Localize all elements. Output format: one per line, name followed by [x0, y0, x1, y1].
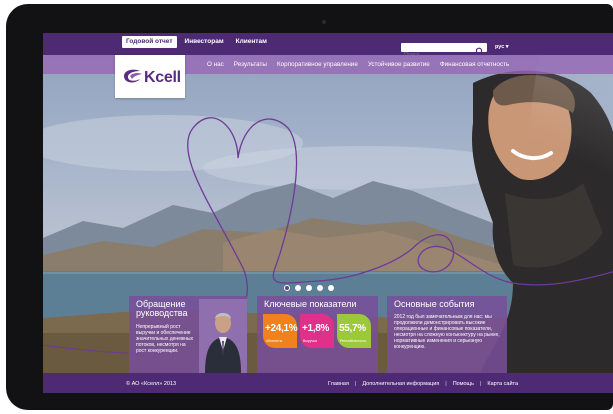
- footer-link-home[interactable]: Главная: [328, 381, 349, 387]
- tablet-device: Годовой отчет Инвесторам Клиентам рус ▾ …: [6, 4, 613, 410]
- footer-link-more-info[interactable]: Дополнительная информация: [362, 381, 439, 387]
- logo-text: Kcell: [144, 69, 181, 86]
- language-selector[interactable]: рус ▾: [495, 44, 509, 50]
- top-nav-investors[interactable]: Инвесторам: [181, 36, 228, 48]
- metric-margin[interactable]: 55,7% Рентабельность: [337, 314, 371, 348]
- metric-value: +24,1%: [265, 323, 298, 334]
- carousel-dot[interactable]: [284, 285, 290, 291]
- footer-links: Главная | Дополнительная информация | По…: [328, 381, 518, 387]
- events-title: Основные события: [394, 299, 475, 309]
- leadership-title: Обращение руководства: [136, 299, 188, 318]
- search-icon[interactable]: [475, 43, 485, 56]
- footer: © АО «Кселл» 2013 Главная | Дополнительн…: [43, 373, 613, 393]
- camera-dot: [322, 20, 326, 24]
- footer-link-sitemap[interactable]: Карта сайта: [487, 381, 518, 387]
- events-panel[interactable]: Основные события 2012 год был замечатель…: [387, 296, 507, 373]
- metric-label: Рентабельность: [340, 339, 367, 343]
- footer-separator: |: [479, 381, 482, 387]
- carousel-dots: [284, 285, 334, 291]
- carousel-dot[interactable]: [295, 285, 301, 291]
- metric-subscribers[interactable]: +24,1% Абоненты: [263, 314, 298, 348]
- screen: Годовой отчет Инвесторам Клиентам рус ▾ …: [43, 33, 613, 393]
- nav-financials[interactable]: Финансовая отчетность: [440, 61, 509, 68]
- key-indicators-title: Ключевые показатели: [264, 299, 357, 309]
- kcell-logo[interactable]: Kcell: [115, 55, 185, 98]
- search-box: [401, 43, 487, 60]
- key-indicators-panel[interactable]: Ключевые показатели +24,1% Абоненты +1,8…: [257, 296, 378, 373]
- metric-value: 55,7%: [339, 323, 366, 334]
- carousel-dot[interactable]: [328, 285, 334, 291]
- carousel-dot[interactable]: [306, 285, 312, 291]
- carousel-dot[interactable]: [317, 285, 323, 291]
- footer-separator: |: [354, 381, 357, 387]
- nav-about[interactable]: О нас: [207, 61, 224, 68]
- top-nav-clients[interactable]: Клиентам: [232, 36, 271, 48]
- executive-photo: [199, 299, 247, 373]
- nav-results[interactable]: Результаты: [234, 61, 267, 68]
- leadership-panel[interactable]: Обращение руководства Непрерывный рост в…: [129, 296, 247, 373]
- events-text: 2012 год был замечательным для нас: мы п…: [394, 314, 500, 350]
- logo-swirl-icon: [124, 69, 142, 83]
- top-nav: Годовой отчет Инвесторам Клиентам: [122, 36, 271, 48]
- footer-link-help[interactable]: Помощь: [453, 381, 474, 387]
- top-bar: Годовой отчет Инвесторам Клиентам рус ▾: [43, 33, 613, 60]
- main-nav: О нас Результаты Корпоративное управлени…: [207, 61, 509, 68]
- leadership-text: Непрерывный рост выручки и обеспечение з…: [136, 324, 194, 354]
- copyright: © АО «Кселл» 2013: [126, 381, 177, 387]
- metrics-row: +24,1% Абоненты +1,8% Выручка 55,7% Рент…: [263, 314, 371, 348]
- top-nav-annual-report[interactable]: Годовой отчет: [122, 36, 177, 48]
- metric-label: Абоненты: [266, 339, 283, 343]
- metric-revenue[interactable]: +1,8% Выручка: [300, 314, 334, 348]
- nav-sustainability[interactable]: Устойчивое развитие: [368, 61, 430, 68]
- footer-separator: |: [445, 381, 447, 387]
- nav-governance[interactable]: Корпоративное управление: [277, 61, 358, 68]
- metric-label: Выручка: [303, 339, 317, 343]
- metric-value: +1,8%: [302, 323, 330, 334]
